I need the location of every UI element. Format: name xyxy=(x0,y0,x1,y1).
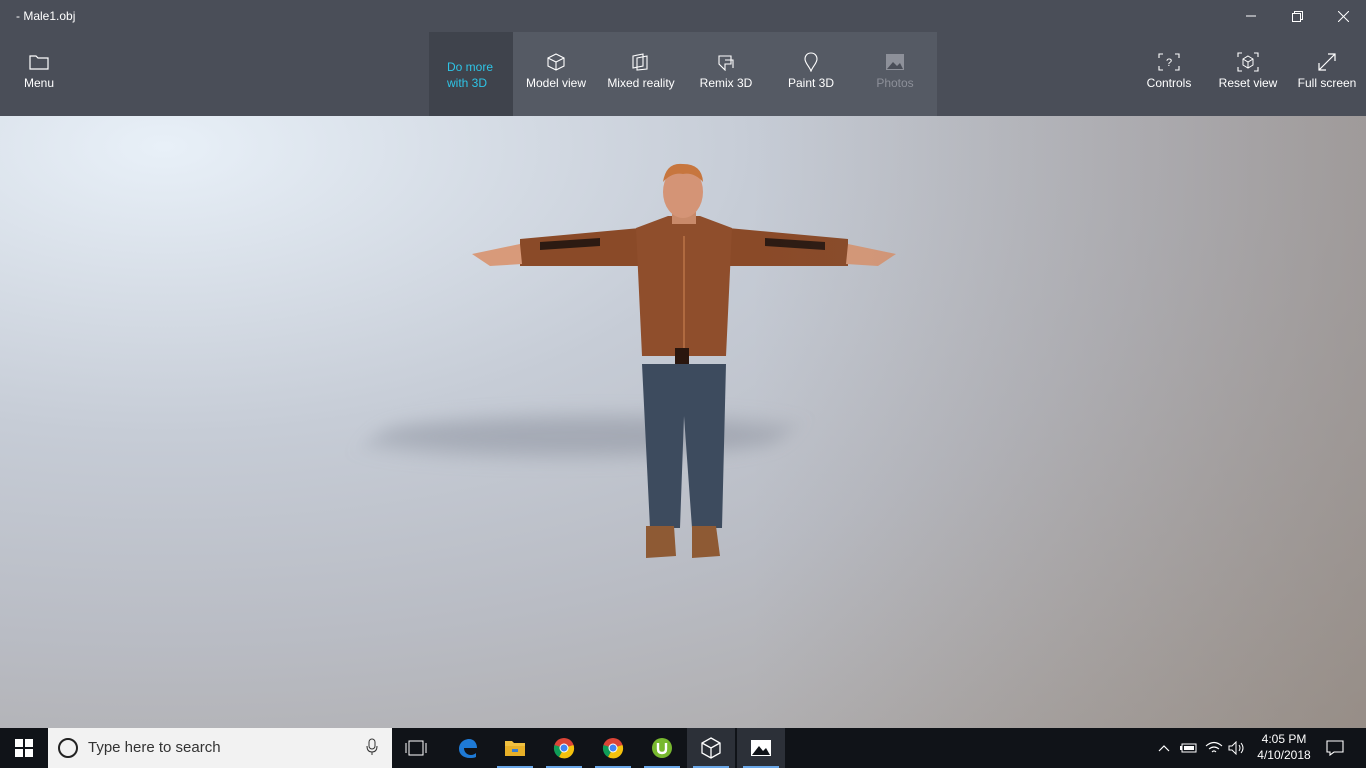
remix-3d-button[interactable]: Remix 3D xyxy=(690,32,762,116)
3d-viewport[interactable] xyxy=(0,116,1366,728)
paint-3d-icon xyxy=(804,51,818,73)
battery-icon[interactable] xyxy=(1178,728,1200,768)
photos-icon[interactable] xyxy=(737,728,785,768)
photos-button: Photos xyxy=(860,32,930,116)
mixed-reality-button[interactable]: Mixed reality xyxy=(601,32,681,116)
wifi-icon[interactable] xyxy=(1203,728,1225,768)
window-controls xyxy=(1228,0,1366,32)
remix-3d-icon xyxy=(717,51,735,73)
task-view-icon[interactable] xyxy=(392,728,440,768)
reset-view-label: Reset view xyxy=(1218,76,1278,90)
restore-button[interactable] xyxy=(1274,0,1320,32)
3d-viewer-icon[interactable] xyxy=(687,728,735,768)
do-more-label: Do more with 3D xyxy=(447,60,494,90)
edge-icon[interactable] xyxy=(443,728,491,768)
utorrent-icon[interactable] xyxy=(638,728,686,768)
mixed-reality-label: Mixed reality xyxy=(607,76,675,90)
volume-icon[interactable] xyxy=(1226,728,1248,768)
file-explorer-icon[interactable] xyxy=(491,728,539,768)
minimize-button[interactable] xyxy=(1228,0,1274,32)
model-view-button[interactable]: Model view xyxy=(517,32,595,116)
model-view-label: Model view xyxy=(525,76,587,90)
photos-icon xyxy=(885,51,905,73)
start-button[interactable] xyxy=(0,728,48,768)
window-title: - Male1.obj xyxy=(16,9,76,23)
photos-label: Photos xyxy=(876,76,914,90)
folder-icon xyxy=(29,51,49,73)
remix-3d-label: Remix 3D xyxy=(699,76,753,90)
search-placeholder: Type here to search xyxy=(88,739,221,756)
controls-help-icon: ? xyxy=(1158,51,1180,73)
paint-3d-label: Paint 3D xyxy=(787,76,835,90)
controls-button[interactable]: ? Controls xyxy=(1139,32,1199,116)
full-screen-label: Full screen xyxy=(1297,76,1357,90)
close-button[interactable] xyxy=(1320,0,1366,32)
do-more-with-3d-button[interactable]: Do more with 3D xyxy=(429,32,513,116)
full-screen-icon xyxy=(1318,51,1336,73)
paint-3d-button[interactable]: Paint 3D xyxy=(776,32,846,116)
cube-icon xyxy=(547,51,565,73)
windows-logo-icon xyxy=(15,739,33,757)
reset-view-button[interactable]: Reset view xyxy=(1214,32,1282,116)
show-hidden-icons-chevron-icon[interactable] xyxy=(1154,728,1174,768)
full-screen-button[interactable]: Full screen xyxy=(1294,32,1360,116)
action-center-icon[interactable] xyxy=(1320,728,1350,768)
menu-button[interactable]: Menu xyxy=(14,32,64,116)
chrome-icon[interactable] xyxy=(589,728,637,768)
male-3d-model[interactable] xyxy=(0,116,1366,728)
controls-label: Controls xyxy=(1146,76,1192,90)
svg-text:?: ? xyxy=(1166,57,1172,69)
reset-view-icon xyxy=(1237,51,1259,73)
clock[interactable]: 4:05 PM 4/10/2018 xyxy=(1254,731,1314,763)
app-header: - Male1.obj Menu Do more with 3D Model v… xyxy=(0,0,1366,116)
model-shadow xyxy=(355,416,805,456)
clock-date: 4/10/2018 xyxy=(1257,748,1311,762)
cortana-icon xyxy=(58,738,78,758)
taskbar: Type here to search 4:05 PM 4/10/2018 xyxy=(0,728,1366,768)
microphone-icon[interactable] xyxy=(366,738,378,761)
clock-time: 4:05 PM xyxy=(1261,732,1307,746)
menu-label: Menu xyxy=(23,76,55,90)
chrome-icon[interactable] xyxy=(540,728,588,768)
mixed-reality-icon xyxy=(631,51,651,73)
search-box[interactable]: Type here to search xyxy=(48,728,392,768)
